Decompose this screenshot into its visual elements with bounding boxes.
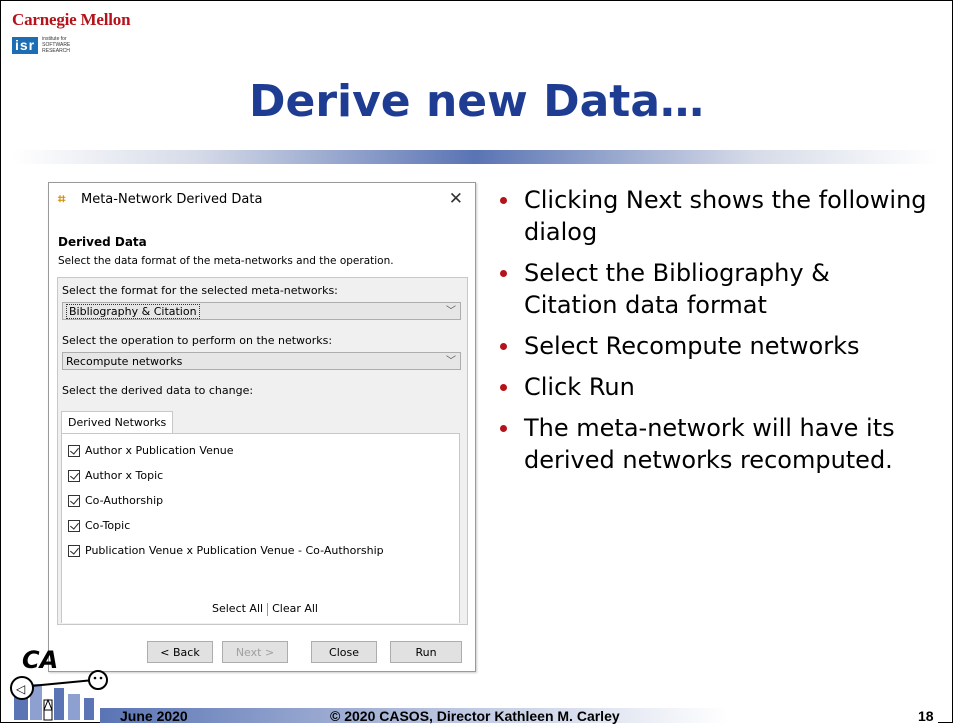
checkbox-checked[interactable]	[68, 519, 80, 532]
svg-text:◁: ◁	[15, 682, 25, 696]
casos-logo: CA ◁	[9, 646, 108, 721]
selection-links: Select All Clear All	[212, 602, 318, 616]
bullet-item: Select the Bibliography & Citation data …	[488, 257, 928, 321]
divider	[267, 602, 269, 616]
bullet-dot-icon	[500, 343, 507, 350]
run-button[interactable]: Run	[390, 641, 462, 663]
format-value: Bibliography & Citation	[66, 304, 200, 319]
checkbox-checked[interactable]	[68, 469, 80, 482]
bullet-item: Click Run	[488, 371, 928, 403]
bullet-dot-icon	[500, 384, 507, 391]
dialog-description: Select the data format of the meta-netwo…	[58, 255, 394, 267]
bullet-item: The meta-network will have its derived n…	[488, 412, 928, 476]
derived-networks-list: Author x Publication Venue Author x Topi…	[61, 433, 460, 623]
bullet-item: Select Recompute networks	[488, 330, 928, 362]
checkbox-checked[interactable]	[68, 494, 80, 507]
list-item[interactable]: Author x Publication Venue	[68, 444, 234, 457]
format-select[interactable]: Bibliography & Citation ﹀	[62, 302, 461, 320]
chevron-down-icon: ﹀	[446, 356, 456, 367]
select-all-link[interactable]: Select All	[212, 602, 263, 615]
dialog-title: Meta-Network Derived Data	[81, 192, 263, 207]
footer-date: June 2020	[120, 708, 188, 724]
list-item[interactable]: Publication Venue x Publication Venue - …	[68, 544, 384, 557]
slide-title: Derive new Data…	[248, 76, 705, 127]
checkbox-checked[interactable]	[68, 544, 80, 557]
operation-select[interactable]: Recompute networks ﹀	[62, 352, 461, 370]
list-item[interactable]: Co-Authorship	[68, 494, 163, 507]
list-item[interactable]: Author x Topic	[68, 469, 163, 482]
format-label: Select the format for the selected meta-…	[62, 284, 338, 297]
derived-label: Select the derived data to change:	[62, 384, 254, 397]
meta-network-icon: ⌗	[58, 192, 66, 207]
operation-label: Select the operation to perform on the n…	[62, 334, 333, 347]
derived-data-dialog: ⌗ Meta-Network Derived Data ✕ Derived Da…	[48, 182, 476, 672]
checkbox-checked[interactable]	[68, 444, 80, 457]
footer-copyright: © 2020 CASOS, Director Kathleen M. Carle…	[330, 708, 620, 724]
next-button[interactable]: Next >	[222, 641, 288, 663]
list-item[interactable]: Co-Topic	[68, 519, 130, 532]
dialog-titlebar: ⌗ Meta-Network Derived Data ✕	[49, 183, 475, 217]
tab-derived-networks[interactable]: Derived Networks	[61, 411, 174, 434]
isr-logo: isr institute for SOFTWARE RESEARCH	[12, 36, 70, 54]
page-number: 18	[918, 708, 934, 724]
bullet-dot-icon	[500, 425, 507, 432]
back-button[interactable]: < Back	[147, 641, 213, 663]
bullet-dot-icon	[500, 270, 507, 277]
isr-text: institute for SOFTWARE RESEARCH	[42, 36, 71, 54]
svg-text:CA: CA	[22, 646, 58, 674]
cmu-logo: Carnegie Mellon	[12, 10, 131, 29]
dialog-heading: Derived Data	[58, 235, 147, 249]
title-divider	[12, 150, 938, 164]
bullet-dot-icon	[500, 197, 507, 204]
close-icon[interactable]: ✕	[449, 189, 463, 209]
clear-all-link[interactable]: Clear All	[272, 602, 318, 615]
close-button[interactable]: Close	[311, 641, 377, 663]
bullet-list: Clicking Next shows the following dialog…	[488, 184, 928, 485]
chevron-down-icon: ﹀	[446, 306, 456, 317]
operation-value: Recompute networks	[66, 355, 183, 368]
bullet-item: Clicking Next shows the following dialog	[488, 184, 928, 248]
isr-abbrev: isr	[12, 36, 39, 54]
